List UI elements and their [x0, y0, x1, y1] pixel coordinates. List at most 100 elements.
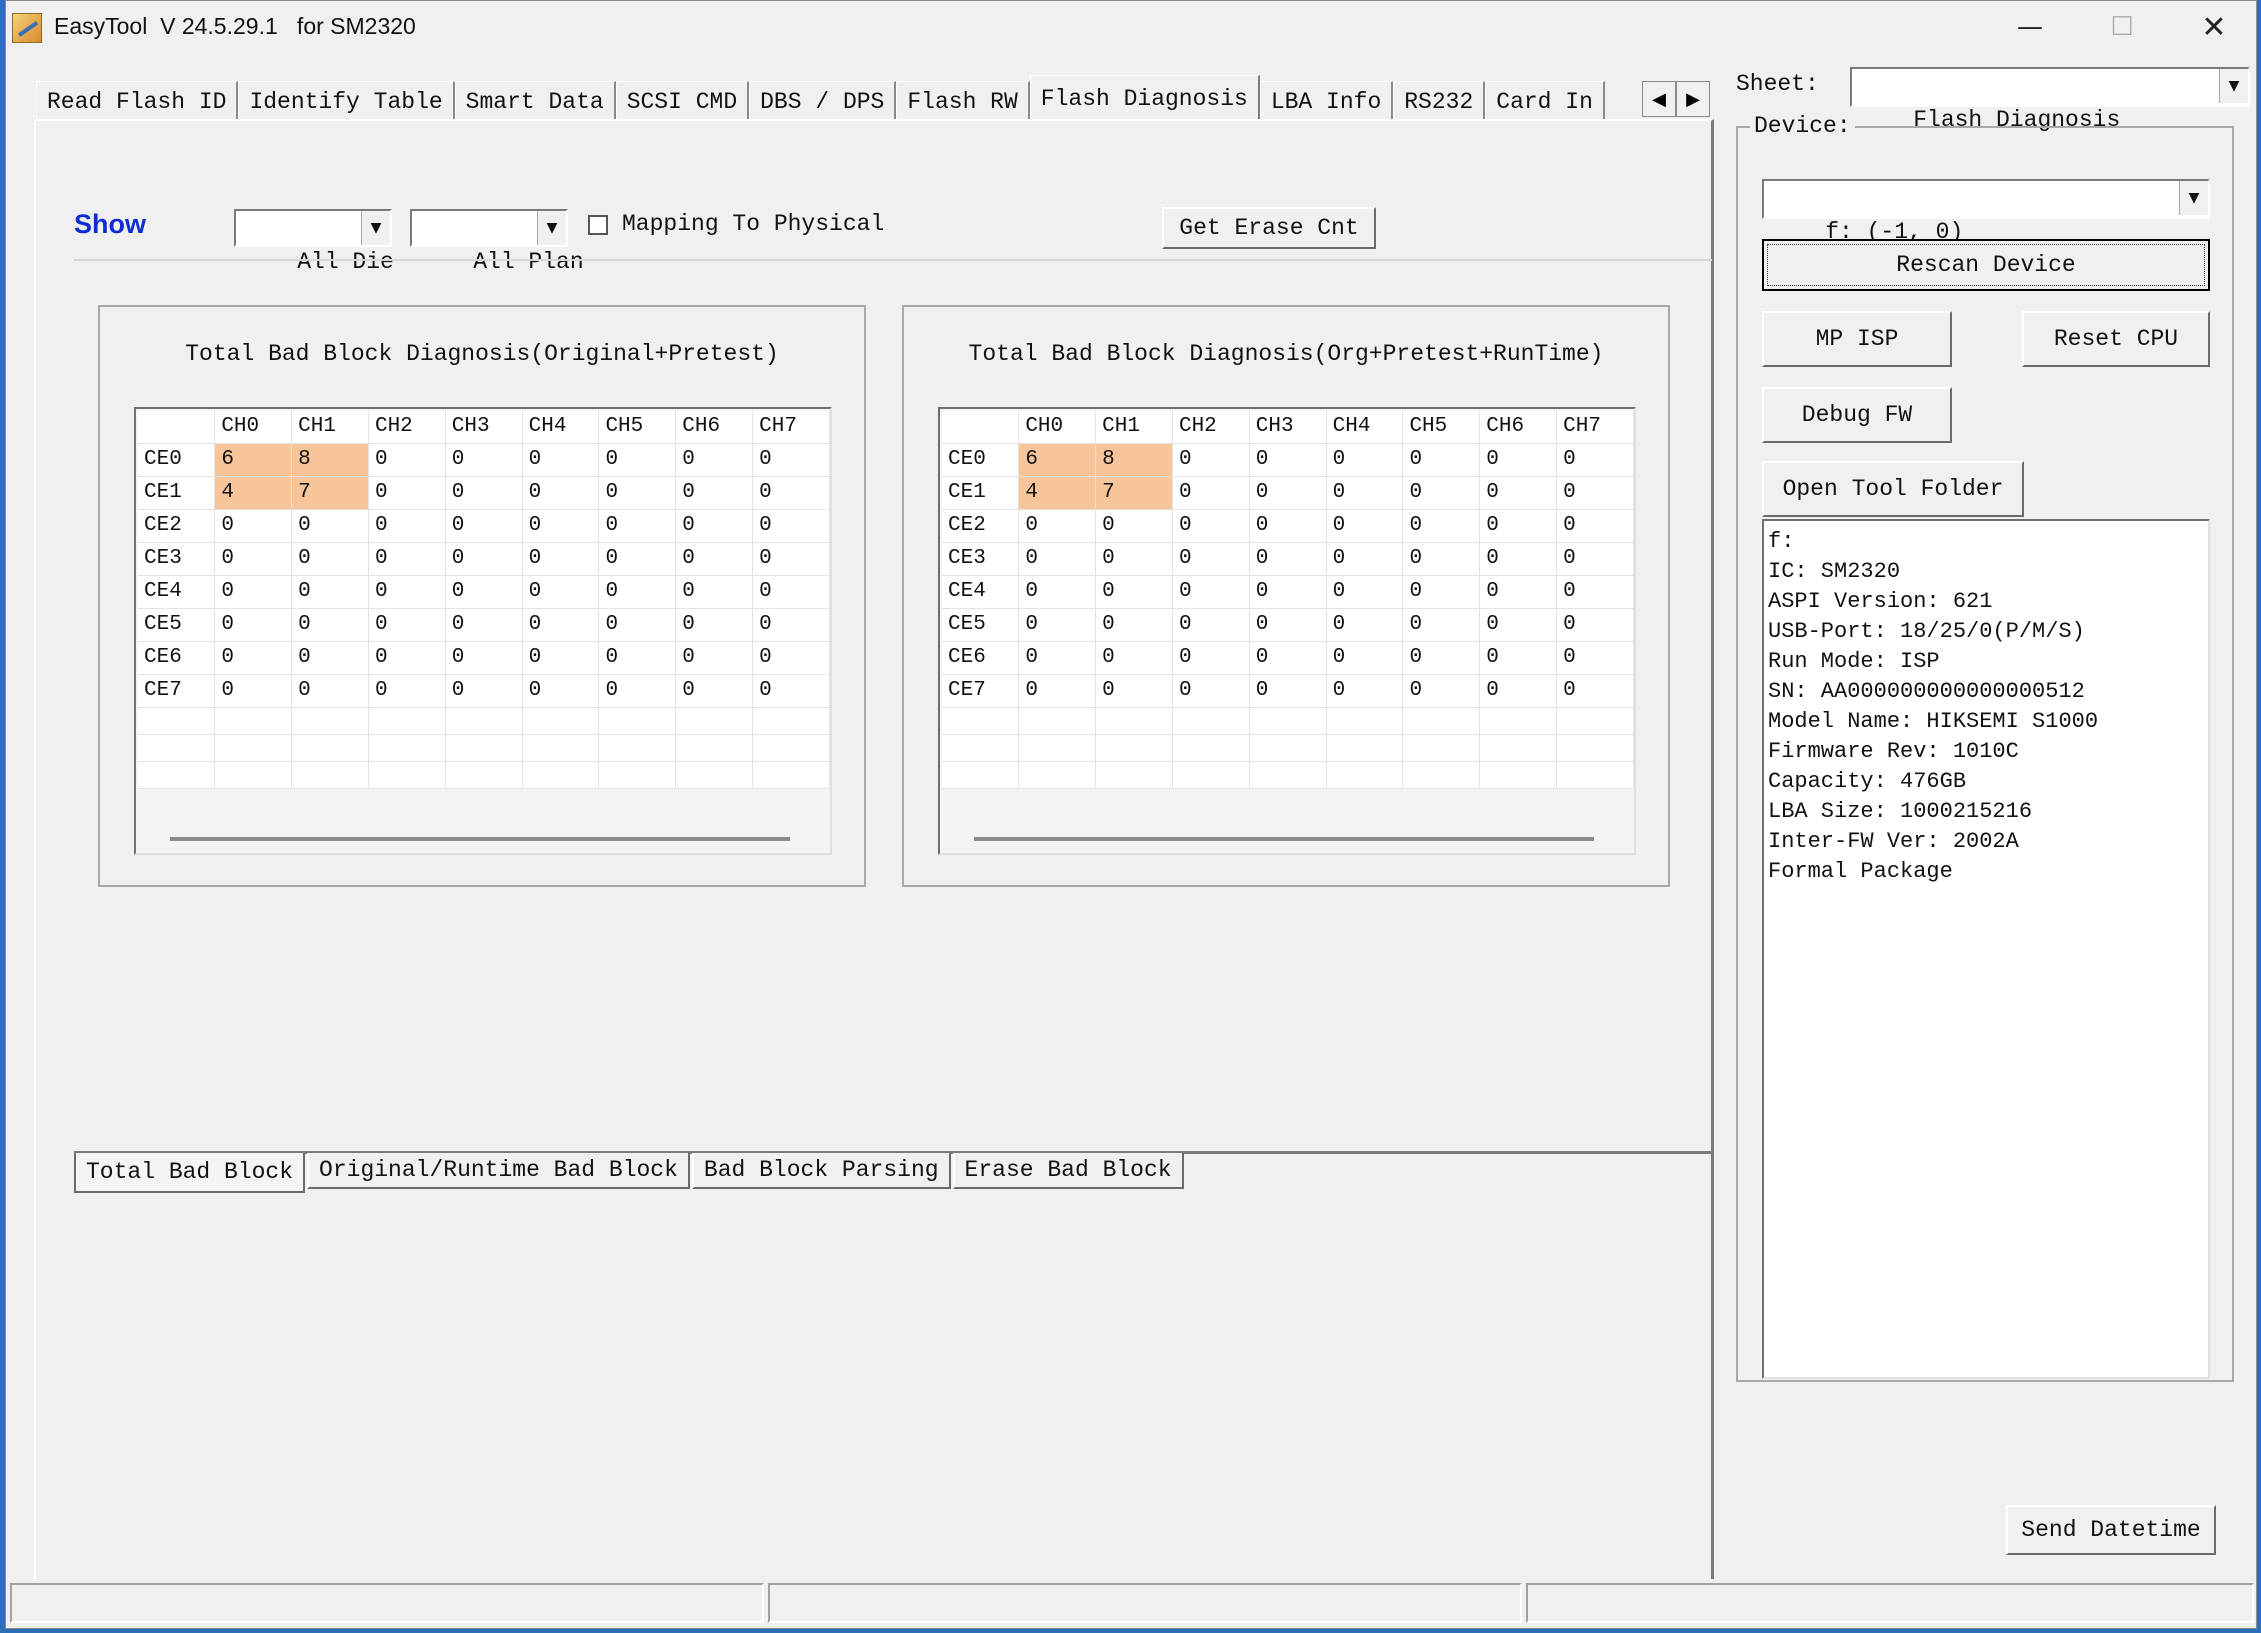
table-cell[interactable]: 0	[522, 674, 600, 708]
table-cell[interactable]: 0	[1556, 575, 1634, 609]
bottom-tab-bad-block-parsing[interactable]: Bad Block Parsing	[691, 1153, 951, 1189]
table-cell[interactable]: 0	[1556, 476, 1634, 510]
table-cell[interactable]: 0	[291, 674, 369, 708]
chevron-down-icon[interactable]: ▼	[2219, 69, 2248, 103]
table-cell[interactable]: 0	[1479, 674, 1558, 708]
table-cell[interactable]: 4	[1018, 476, 1097, 510]
table-cell[interactable]: 0	[1402, 443, 1481, 477]
table-cell[interactable]: 0	[1172, 443, 1250, 477]
table-cell[interactable]: 0	[752, 509, 830, 543]
tab-scroll-left-icon[interactable]: ◀	[1642, 81, 1676, 117]
table-cell[interactable]: 0	[1249, 674, 1327, 708]
table-cell[interactable]: 0	[1402, 542, 1481, 576]
table-cell[interactable]: 7	[1095, 476, 1173, 510]
table-cell[interactable]: 0	[445, 542, 523, 576]
table-cell[interactable]: 0	[214, 608, 293, 642]
table-cell[interactable]: 0	[522, 575, 600, 609]
table-cell[interactable]: 0	[598, 542, 677, 576]
table-cell[interactable]: 0	[1402, 641, 1481, 675]
table-cell[interactable]: 0	[1402, 476, 1481, 510]
table-cell[interactable]: 0	[522, 608, 600, 642]
table-cell[interactable]: 0	[1402, 509, 1481, 543]
table-cell[interactable]: 0	[598, 575, 677, 609]
tab-read-flash-id[interactable]: Read Flash ID	[36, 81, 239, 121]
table-cell[interactable]: 0	[1018, 509, 1097, 543]
table-cell[interactable]: 0	[522, 542, 600, 576]
table-cell[interactable]: 0	[368, 542, 446, 576]
table-cell[interactable]: 0	[1018, 575, 1097, 609]
table-cell[interactable]: 0	[1172, 542, 1250, 576]
table-cell[interactable]: 0	[1172, 674, 1250, 708]
table-cell[interactable]: 0	[368, 443, 446, 477]
table-cell[interactable]: 0	[1249, 443, 1327, 477]
table-cell[interactable]: 0	[214, 509, 293, 543]
table-cell[interactable]: 0	[1018, 641, 1097, 675]
table-cell[interactable]: 0	[522, 509, 600, 543]
table-cell[interactable]: 0	[368, 509, 446, 543]
table-cell[interactable]: 0	[522, 641, 600, 675]
table-cell[interactable]: 0	[522, 476, 600, 510]
table-cell[interactable]: 0	[1402, 608, 1481, 642]
table-cell[interactable]: 0	[1556, 641, 1634, 675]
table-cell[interactable]: 0	[1326, 542, 1404, 576]
table-cell[interactable]: 0	[1479, 608, 1558, 642]
table-cell[interactable]: 0	[1172, 575, 1250, 609]
table-cell[interactable]: 0	[598, 509, 677, 543]
table-cell[interactable]: 0	[1556, 443, 1634, 477]
table-cell[interactable]: 0	[675, 575, 754, 609]
table-cell[interactable]: 0	[1479, 476, 1558, 510]
mapping-checkbox[interactable]	[588, 215, 608, 235]
sheet-select[interactable]: Flash Diagnosis ▼	[1850, 67, 2250, 133]
table-cell[interactable]: 0	[1479, 575, 1558, 609]
table-cell[interactable]: 0	[1095, 608, 1173, 642]
table-cell[interactable]: 0	[1479, 509, 1558, 543]
table-cell[interactable]: 0	[1249, 641, 1327, 675]
table-cell[interactable]: 0	[1172, 476, 1250, 510]
table-cell[interactable]: 0	[445, 674, 523, 708]
table-cell[interactable]: 0	[752, 575, 830, 609]
reset-cpu-button[interactable]: Reset CPU	[2022, 311, 2210, 367]
table-cell[interactable]: 0	[214, 641, 293, 675]
table-cell[interactable]: 0	[752, 542, 830, 576]
table-cell[interactable]: 0	[1095, 509, 1173, 543]
table-cell[interactable]: 0	[752, 608, 830, 642]
tab-card-in[interactable]: Card In	[1485, 81, 1605, 121]
table-cell[interactable]: 0	[291, 641, 369, 675]
table-cell[interactable]: 0	[598, 674, 677, 708]
table-cell[interactable]: 0	[445, 641, 523, 675]
table-cell[interactable]: 0	[675, 641, 754, 675]
table-cell[interactable]: 0	[1556, 542, 1634, 576]
table-cell[interactable]: 0	[1402, 575, 1481, 609]
table-cell[interactable]: 0	[1556, 674, 1634, 708]
horizontal-scrollbar[interactable]	[974, 837, 1594, 841]
table-cell[interactable]: 0	[675, 476, 754, 510]
send-datetime-button[interactable]: Send Datetime	[2006, 1505, 2216, 1555]
bad-block-grid[interactable]: CH0 CH1 CH2 CH3 CH4 CH5 CH6 CH7 CE0 6 8 0 0 0 0 0 0 CE1 4 7…	[938, 407, 1636, 855]
table-cell[interactable]: 0	[214, 575, 293, 609]
tab-identify-table[interactable]: Identify Table	[238, 81, 455, 121]
table-cell[interactable]: 0	[1249, 608, 1327, 642]
table-cell[interactable]: 0	[1326, 608, 1404, 642]
tab-rs232[interactable]: RS232	[1393, 81, 1486, 121]
table-cell[interactable]: 0	[675, 542, 754, 576]
get-erase-cnt-button[interactable]: Get Erase Cnt	[1162, 207, 1376, 249]
table-cell[interactable]: 0	[752, 674, 830, 708]
table-cell[interactable]: 0	[291, 575, 369, 609]
chevron-down-icon[interactable]: ▼	[537, 211, 566, 245]
table-cell[interactable]: 7	[291, 476, 369, 510]
table-cell[interactable]: 6	[214, 443, 293, 477]
table-cell[interactable]: 0	[1172, 509, 1250, 543]
table-cell[interactable]: 0	[1326, 575, 1404, 609]
table-cell[interactable]: 0	[1556, 608, 1634, 642]
table-cell[interactable]: 0	[445, 443, 523, 477]
table-cell[interactable]: 0	[675, 443, 754, 477]
table-cell[interactable]: 0	[1172, 641, 1250, 675]
device-info-box[interactable]: f: IC: SM2320 ASPI Version: 621 USB-Port: 1…	[1762, 519, 2210, 1379]
tab-scroll-right-icon[interactable]: ▶	[1676, 81, 1710, 117]
table-cell[interactable]: 0	[1479, 542, 1558, 576]
table-cell[interactable]: 0	[1326, 641, 1404, 675]
table-cell[interactable]: 0	[598, 641, 677, 675]
table-cell[interactable]: 0	[1249, 509, 1327, 543]
table-cell[interactable]: 0	[368, 641, 446, 675]
table-cell[interactable]: 0	[598, 443, 677, 477]
